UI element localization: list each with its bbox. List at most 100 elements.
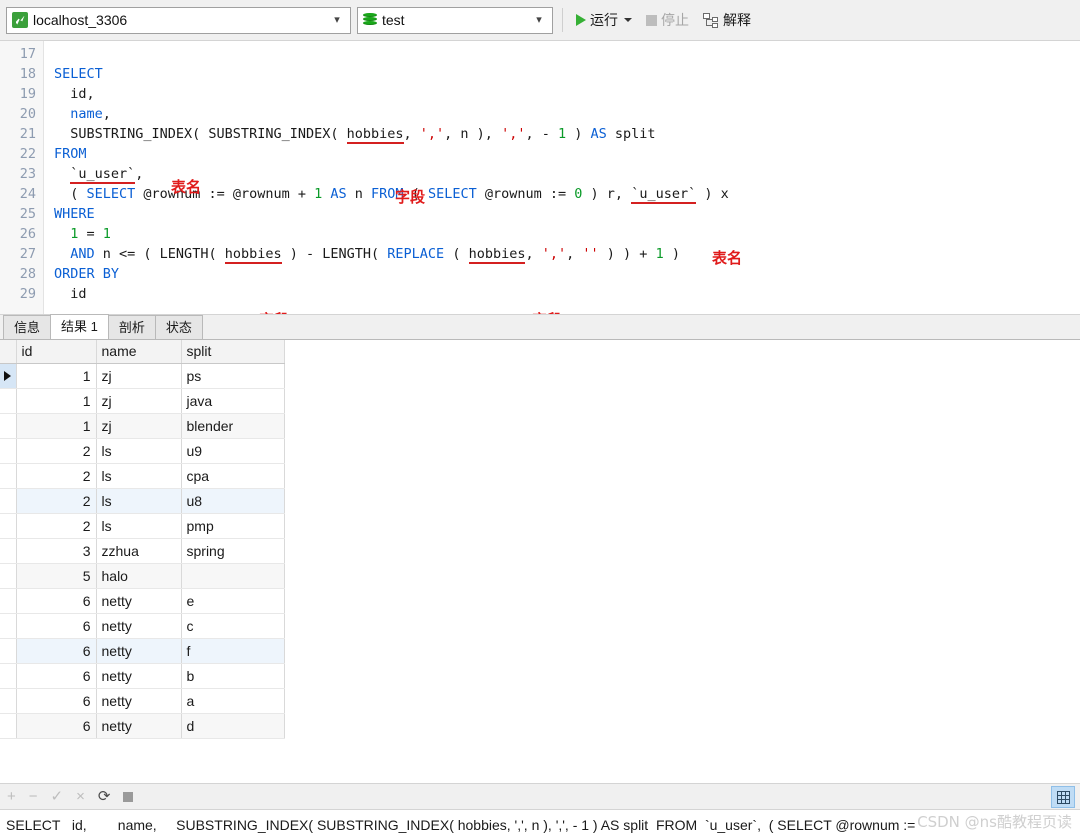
result-tab[interactable]: 剖析 <box>107 315 156 339</box>
grid-cell-id[interactable]: 6 <box>16 688 97 714</box>
grid-cell-id[interactable]: 3 <box>16 538 97 564</box>
row-marker[interactable] <box>0 488 17 514</box>
table-row[interactable]: 6 netty c <box>0 613 285 639</box>
row-marker[interactable] <box>0 563 17 589</box>
grid-column-header[interactable]: id <box>16 340 97 364</box>
grid-cell-id[interactable]: 2 <box>16 463 97 489</box>
grid-cell-id[interactable]: 2 <box>16 488 97 514</box>
row-marker[interactable] <box>0 638 17 664</box>
code-line[interactable]: AND n <= ( LENGTH( hobbies ) - LENGTH( R… <box>44 244 1080 264</box>
row-marker[interactable] <box>0 663 17 689</box>
grid-cell-split[interactable]: d <box>181 713 285 739</box>
grid-cell-split[interactable]: java <box>181 388 285 414</box>
code-line[interactable]: SELECT <box>44 64 1080 84</box>
table-row[interactable]: 6 netty b <box>0 663 285 689</box>
grid-cell-id[interactable]: 5 <box>16 563 97 589</box>
row-marker[interactable] <box>0 713 17 739</box>
table-row[interactable]: 6 netty e <box>0 588 285 614</box>
code-line[interactable]: SUBSTRING_INDEX( SUBSTRING_INDEX( hobbie… <box>44 124 1080 144</box>
code-line[interactable]: WHERE <box>44 204 1080 224</box>
stop-icon[interactable] <box>123 791 134 802</box>
table-row[interactable]: 2 ls u8 <box>0 488 285 514</box>
grid-cell-name[interactable]: zj <box>96 363 182 389</box>
table-row[interactable]: 2 ls cpa <box>0 463 285 489</box>
refresh-icon[interactable]: ⟳ <box>98 789 111 804</box>
row-marker[interactable] <box>0 463 17 489</box>
code-line[interactable]: 1 = 1 <box>44 224 1080 244</box>
table-row[interactable]: 1 zj blender <box>0 413 285 439</box>
grid-cell-name[interactable]: zzhua <box>96 538 182 564</box>
table-row[interactable]: 3 zzhua spring <box>0 538 285 564</box>
sql-editor[interactable]: 17 18 19 20 21 22 23 24 25 26 27 28 29 SELECT id, na… <box>0 41 1080 315</box>
table-row[interactable]: 1 zj ps <box>0 363 285 389</box>
grid-cell-id[interactable]: 2 <box>16 513 97 539</box>
grid-cell-name[interactable]: zj <box>96 388 182 414</box>
run-button[interactable]: 运行 <box>572 7 636 34</box>
grid-cell-split[interactable]: pmp <box>181 513 285 539</box>
table-row[interactable]: 2 ls u9 <box>0 438 285 464</box>
chevron-down-icon[interactable]: ▾ <box>528 14 550 26</box>
grid-column-header[interactable]: split <box>181 340 285 364</box>
grid-cell-split[interactable]: b <box>181 663 285 689</box>
result-tab[interactable]: 信息 <box>3 315 52 339</box>
grid-view-icon[interactable] <box>1051 786 1075 808</box>
table-row[interactable]: 6 netty a <box>0 688 285 714</box>
code-line[interactable]: id, <box>44 84 1080 104</box>
grid-cell-id[interactable]: 6 <box>16 713 97 739</box>
grid-cell-id[interactable]: 2 <box>16 438 97 464</box>
explain-button[interactable]: 解释 <box>699 7 755 34</box>
grid-cell-split[interactable]: a <box>181 688 285 714</box>
grid-cell-name[interactable]: netty <box>96 663 182 689</box>
row-marker[interactable] <box>0 438 17 464</box>
grid-cell-name[interactable]: ls <box>96 463 182 489</box>
grid-cell-id[interactable]: 6 <box>16 663 97 689</box>
table-row[interactable]: 6 netty d <box>0 713 285 739</box>
grid-cell-name[interactable]: netty <box>96 613 182 639</box>
code-line[interactable]: FROM <box>44 144 1080 164</box>
grid-cell-name[interactable]: netty <box>96 713 182 739</box>
grid-cell-split[interactable]: blender <box>181 413 285 439</box>
grid-cell-name[interactable]: netty <box>96 588 182 614</box>
code-line[interactable]: id <box>44 284 1080 304</box>
connection-select[interactable]: localhost_3306 ▾ <box>6 6 351 34</box>
row-marker[interactable] <box>0 538 17 564</box>
minus-icon[interactable]: − <box>29 789 38 804</box>
grid-cell-split[interactable]: cpa <box>181 463 285 489</box>
database-select[interactable]: test ▾ <box>357 6 553 34</box>
chevron-down-icon[interactable]: ▾ <box>326 14 348 26</box>
grid-cell-split[interactable]: u9 <box>181 438 285 464</box>
row-marker[interactable] <box>0 363 17 389</box>
grid-cell-name[interactable]: ls <box>96 488 182 514</box>
grid-cell-name[interactable]: ls <box>96 438 182 464</box>
row-marker[interactable] <box>0 388 17 414</box>
row-marker[interactable] <box>0 588 17 614</box>
plus-icon[interactable]: + <box>7 789 16 804</box>
code-line[interactable]: ORDER BY <box>44 264 1080 284</box>
row-marker[interactable] <box>0 613 17 639</box>
result-tab[interactable]: 状态 <box>154 315 203 339</box>
grid-cell-split[interactable]: spring <box>181 538 285 564</box>
row-marker[interactable] <box>0 513 17 539</box>
result-grid-container[interactable]: id name split 1 zj ps 1 zj java 1 zj blender 2 ls u9 2… <box>0 340 1080 784</box>
grid-cell-split[interactable]: ps <box>181 363 285 389</box>
grid-cell-id[interactable]: 1 <box>16 388 97 414</box>
grid-cell-split[interactable]: e <box>181 588 285 614</box>
cross-icon[interactable]: × <box>76 789 85 804</box>
code-line[interactable] <box>44 44 1080 64</box>
grid-cell-name[interactable]: netty <box>96 688 182 714</box>
grid-cell-id[interactable]: 6 <box>16 613 97 639</box>
table-row[interactable]: 5 halo <box>0 563 285 589</box>
table-row[interactable]: 6 netty f <box>0 638 285 664</box>
chevron-down-icon[interactable] <box>624 18 632 22</box>
grid-cell-name[interactable]: zj <box>96 413 182 439</box>
row-marker[interactable] <box>0 688 17 714</box>
grid-cell-name[interactable]: netty <box>96 638 182 664</box>
row-marker[interactable] <box>0 413 17 439</box>
grid-cell-id[interactable]: 1 <box>16 413 97 439</box>
grid-cell-split[interactable]: c <box>181 613 285 639</box>
grid-cell-name[interactable]: ls <box>96 513 182 539</box>
code-line[interactable]: name, <box>44 104 1080 124</box>
grid-cell-name[interactable]: halo <box>96 563 182 589</box>
stop-button[interactable]: 停止 <box>642 7 693 34</box>
result-grid[interactable]: id name split 1 zj ps 1 zj java 1 zj blender 2 ls u9 2… <box>0 340 285 739</box>
